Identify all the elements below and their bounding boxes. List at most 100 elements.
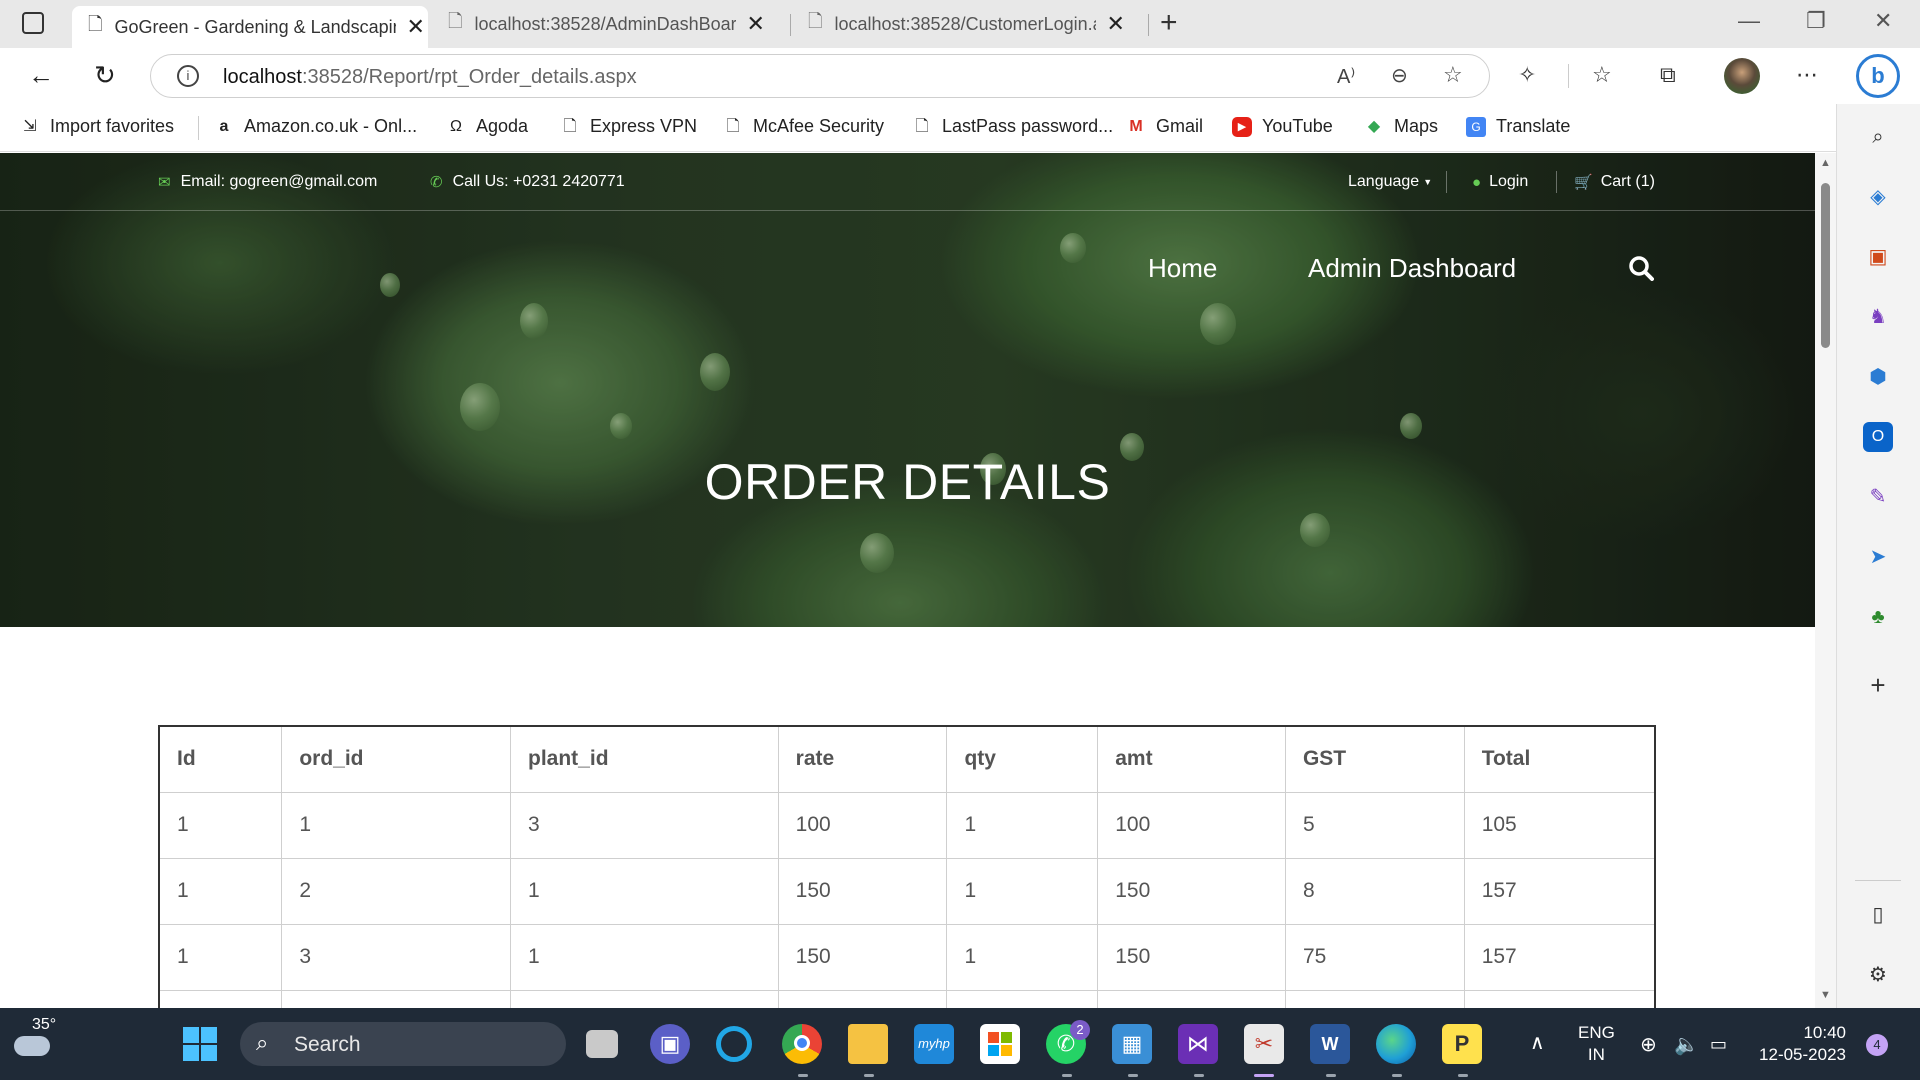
fav-label: Maps <box>1394 116 1439 136</box>
tab-customer-login[interactable]: 🗋 localhost:38528/CustomerLogin.aspx ✕ <box>800 6 1140 42</box>
login-link[interactable]: ● Login <box>1472 173 1528 191</box>
agoda-icon: Ω <box>450 117 462 135</box>
tab-actions-icon[interactable] <box>22 12 44 34</box>
back-icon[interactable]: ← <box>28 60 54 91</box>
notification-count[interactable]: 4 <box>1866 1034 1888 1056</box>
search-icon: ⌕ <box>256 1030 269 1055</box>
table-row: 1 3 1 150 1 150 75 157 <box>158 923 1656 991</box>
tab-admin-dashboard[interactable]: 🗋 localhost:38528/AdminDashBoard.aspx ✕ <box>440 6 780 42</box>
chrome-icon[interactable] <box>782 1024 822 1064</box>
minimize-icon[interactable]: — <box>1738 8 1760 34</box>
search-icon[interactable]: ⌕ <box>1863 122 1893 152</box>
table-cell: 150 <box>1097 857 1286 925</box>
fav-mcafee[interactable]: 🗋 McAfee Security <box>723 116 884 137</box>
scroll-down-icon[interactable]: ▼ <box>1820 989 1831 1001</box>
url-text[interactable]: localhost:38528/Report/rpt_Order_details… <box>223 66 637 89</box>
read-aloud-icon[interactable]: A⁾ <box>1337 64 1355 89</box>
start-icon[interactable] <box>180 1024 220 1064</box>
fav-import-favorites[interactable]: ⇲ Import favorites <box>20 116 174 137</box>
language-dropdown[interactable]: Language ▼ <box>1348 173 1432 191</box>
volume-icon[interactable]: 🔈 <box>1674 1032 1699 1057</box>
scroll-up-icon[interactable]: ▲ <box>1820 157 1831 169</box>
col-header: Total <box>1463 725 1656 793</box>
favorites-icon[interactable]: ☆ <box>1592 62 1612 88</box>
file-explorer-icon[interactable] <box>848 1024 888 1064</box>
col-header: rate <box>777 725 948 793</box>
tab-gogreen[interactable]: 🗋 GoGreen - Gardening & Landscaping ✕ <box>72 6 428 48</box>
tab-divider <box>790 14 791 36</box>
edge-icon[interactable] <box>1376 1024 1416 1064</box>
address-bar[interactable]: i localhost:38528/Report/rpt_Order_detai… <box>150 54 1490 98</box>
clock[interactable]: 10:40 12-05-2023 <box>1756 1022 1846 1066</box>
bing-icon[interactable]: b <box>1856 54 1900 98</box>
close-window-icon[interactable]: ✕ <box>1874 8 1892 34</box>
info-icon[interactable]: i <box>177 65 199 87</box>
myhp-icon[interactable]: myhp <box>914 1024 954 1064</box>
battery-icon[interactable]: ▭ <box>1710 1034 1727 1055</box>
profile-avatar[interactable] <box>1724 58 1760 94</box>
nav-home[interactable]: Home <box>1148 253 1217 284</box>
cart-link[interactable]: 🛒 Cart (1) <box>1574 173 1655 191</box>
send-icon[interactable]: ➤ <box>1863 542 1893 572</box>
refresh-icon[interactable]: ↻ <box>94 60 116 91</box>
zoom-out-icon[interactable]: ⊖ <box>1391 63 1408 88</box>
close-tab-icon[interactable]: ✕ <box>406 14 424 40</box>
office-icon[interactable]: ⬢ <box>1863 362 1893 392</box>
table-cell: 1 <box>158 857 283 925</box>
collections-icon[interactable]: ⧉ <box>1660 62 1676 88</box>
fav-youtube[interactable]: ▶ YouTube <box>1232 116 1333 137</box>
fav-express-vpn[interactable]: 🗋 Express VPN <box>560 116 697 137</box>
word-icon[interactable]: W <box>1310 1024 1350 1064</box>
network-icon[interactable]: ⊕ <box>1640 1032 1657 1057</box>
microsoft-store-icon[interactable] <box>980 1024 1020 1064</box>
fav-maps[interactable]: ◆ Maps <box>1364 116 1438 137</box>
weather-widget[interactable]: 35° <box>12 1016 72 1070</box>
show-hidden-icons[interactable]: ∧ <box>1530 1030 1545 1055</box>
tools-icon[interactable]: ▣ <box>1863 242 1893 272</box>
language-indicator[interactable]: ENG IN <box>1578 1022 1615 1066</box>
taskbar-search[interactable]: ⌕ Search <box>240 1022 566 1066</box>
new-tab-icon[interactable]: + <box>1160 6 1178 40</box>
restore-icon[interactable]: ❐ <box>1806 8 1826 34</box>
scroll-thumb[interactable] <box>1821 183 1830 348</box>
close-tab-icon[interactable]: ✕ <box>746 11 764 37</box>
more-options-icon[interactable]: ⋯ <box>1796 62 1818 88</box>
close-tab-icon[interactable]: ✕ <box>1106 11 1124 37</box>
add-icon[interactable]: + <box>1863 670 1893 700</box>
split-view-icon[interactable]: ▯ <box>1863 900 1893 930</box>
snipping-tool-icon[interactable]: ✂ <box>1244 1024 1284 1064</box>
outlook-icon[interactable]: O <box>1863 422 1893 452</box>
running-indicator-active <box>1254 1074 1274 1077</box>
search-icon[interactable] <box>1628 255 1654 281</box>
visual-studio-icon[interactable]: ⋈ <box>1178 1024 1218 1064</box>
cortana-icon[interactable] <box>716 1026 752 1062</box>
fav-amazon[interactable]: a Amazon.co.uk - Onl... <box>214 116 418 137</box>
table-cell: 105 <box>1463 791 1656 859</box>
fav-label: YouTube <box>1262 116 1333 136</box>
page-icon: 🗋 <box>448 11 463 31</box>
topbar-divider <box>1446 171 1447 193</box>
nav-admin-dashboard[interactable]: Admin Dashboard <box>1308 253 1516 284</box>
amazon-icon: a <box>219 117 229 135</box>
fav-gmail[interactable]: M Gmail <box>1126 116 1203 137</box>
tab-divider <box>1148 14 1149 36</box>
fav-translate[interactable]: G Translate <box>1466 116 1570 137</box>
teams-chat-icon[interactable]: ▣ <box>650 1024 690 1064</box>
fav-agoda[interactable]: Ω Agoda <box>446 116 528 137</box>
fav-lastpass[interactable]: 🗋 LastPass password... <box>912 116 1114 137</box>
designer-icon[interactable]: ✎ <box>1863 482 1893 512</box>
task-view-icon[interactable] <box>586 1030 618 1058</box>
extensions-icon[interactable]: ✧ <box>1518 62 1536 88</box>
page-icon: 🗋 <box>915 117 929 135</box>
page-scrollbar[interactable]: ▲ ▼ <box>1815 153 1836 1008</box>
sidebar-divider <box>1855 880 1901 881</box>
settings-gear-icon[interactable]: ⚙ <box>1863 960 1893 990</box>
games-icon[interactable]: ♞ <box>1863 302 1893 332</box>
sticky-notes-icon[interactable]: P <box>1442 1024 1482 1064</box>
shopping-tag-icon[interactable]: ◈ <box>1863 182 1893 212</box>
add-favorite-icon[interactable]: ☆ <box>1443 62 1463 88</box>
tree-icon[interactable]: ♣ <box>1863 602 1893 632</box>
control-panel-icon[interactable]: ▦ <box>1112 1024 1152 1064</box>
edge-sidebar: ⌕ ◈ ▣ ♞ ⬢ O ✎ ➤ ♣ + ▯ ⚙ <box>1836 104 1920 1008</box>
table-cell: 3 <box>510 791 779 859</box>
